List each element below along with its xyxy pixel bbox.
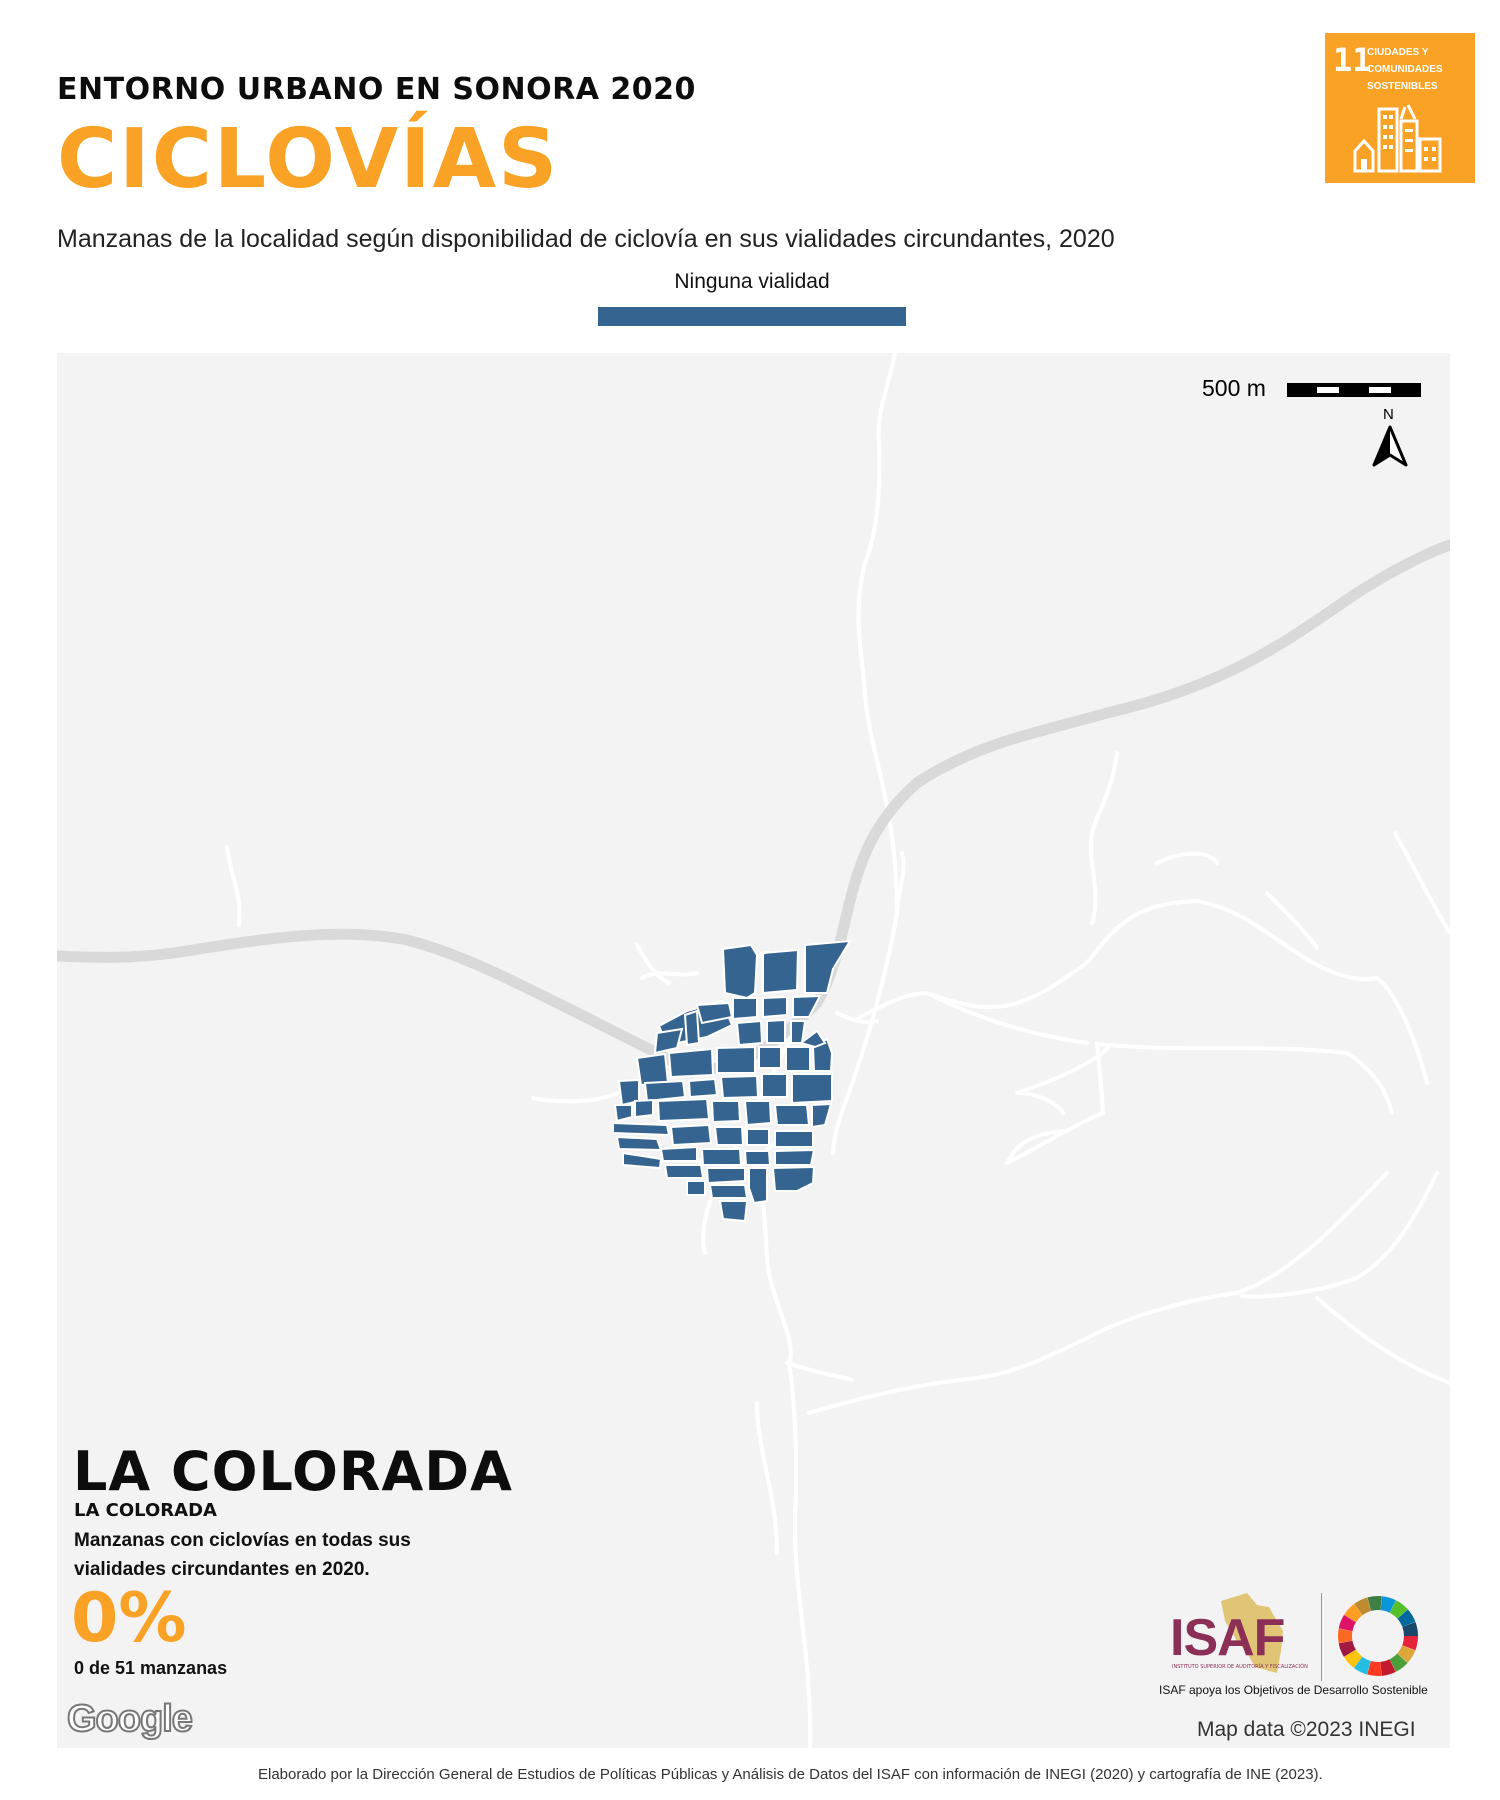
north-arrow-icon xyxy=(1372,425,1408,467)
sdg-11-badge: 11 CIUDADES Y COMUNIDADES SOSTENIBLES xyxy=(1325,33,1475,183)
source-footer: Elaborado por la Dirección General de Es… xyxy=(258,1766,1323,1783)
isaf-logo: ISAF xyxy=(1170,1609,1285,1667)
map-attribution: Map data ©2023 INEGI xyxy=(1197,1718,1416,1741)
urban-blocks xyxy=(612,939,852,1223)
page-subtitle: Manzanas de la localidad según disponibi… xyxy=(57,225,1115,253)
locality-description: Manzanas con ciclovías en todas sus vial… xyxy=(74,1530,411,1580)
logo-divider xyxy=(1321,1593,1322,1681)
isaf-caption: ISAF apoya los Objetivos de Desarrollo S… xyxy=(1159,1683,1428,1697)
sdg-goal-text: CIUDADES Y COMUNIDADES SOSTENIBLES xyxy=(1367,47,1443,92)
legend-label: Ninguna vialidad xyxy=(674,270,830,293)
supertitle: ENTORNO URBANO EN SONORA 2020 xyxy=(57,72,696,107)
sdg-number: 11 xyxy=(1333,41,1372,79)
block-count: 0 de 51 manzanas xyxy=(74,1658,228,1678)
sdg-wheel-icon xyxy=(1338,1596,1418,1676)
locality-map[interactable]: 500 m N LA COLORADA LA COLORADA Manzanas… xyxy=(57,353,1450,1748)
scale-bar xyxy=(1287,383,1421,397)
isaf-fine-print: INSTITUTO SUPERIOR DE AUDITORÍA Y FISCAL… xyxy=(1172,1664,1308,1670)
scale-label: 500 m xyxy=(1202,375,1266,401)
locality-name: LA COLORADA xyxy=(73,1440,513,1503)
locality-subname: LA COLORADA xyxy=(74,1500,217,1521)
page-title: CICLOVÍAS xyxy=(57,112,560,207)
bikeway-percentage: 0% xyxy=(71,1579,187,1658)
google-logo: Google xyxy=(66,1697,194,1741)
legend-swatch xyxy=(598,307,906,326)
north-label: N xyxy=(1383,406,1394,423)
city-buildings-icon xyxy=(1353,104,1442,173)
